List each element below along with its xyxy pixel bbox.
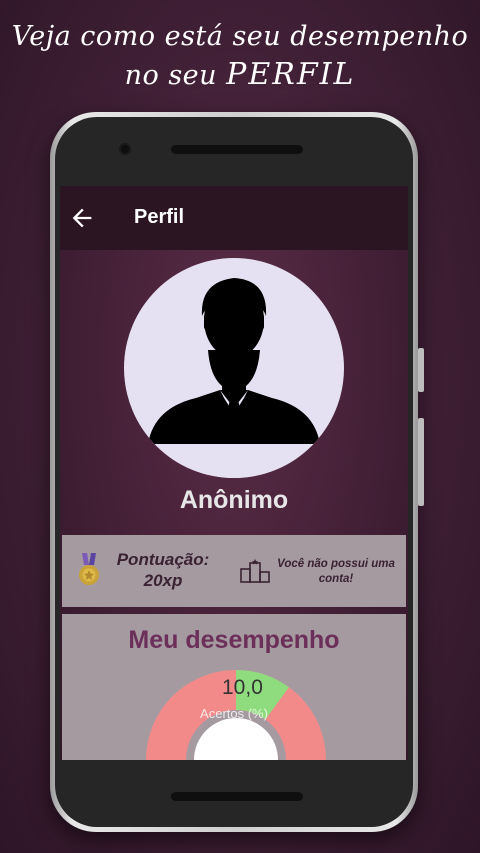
page-title: Perfil	[134, 206, 185, 228]
app-screen: Perfil Anônimo Pontuação: 20xp Você não …	[60, 186, 408, 760]
avatar[interactable]	[124, 258, 344, 478]
user-name: Anônimo	[179, 486, 289, 514]
promo-line-2-prefix: no seu	[124, 60, 227, 91]
score-block: Pontuação: 20xp	[110, 549, 216, 591]
volume-button	[418, 418, 424, 506]
bottom-speaker	[171, 792, 303, 801]
performance-title: Meu desempenho	[128, 626, 340, 654]
promo-line-1: Veja como está seu desempenho	[11, 21, 469, 52]
podium-icon	[240, 559, 270, 583]
app-bar: Perfil	[60, 186, 408, 250]
account-message: Você não possui uma conta!	[277, 558, 395, 585]
promo-caption: Veja como está seu desempenho no seu PER…	[0, 18, 480, 95]
score-label: Pontuação:	[116, 550, 210, 569]
person-silhouette-icon	[124, 278, 344, 478]
performance-card: Meu desempenho 10,0 Acertos (%)	[62, 614, 406, 760]
power-button	[418, 348, 424, 392]
score-value: 20xp	[143, 571, 183, 590]
arrow-left-icon[interactable]	[68, 204, 96, 232]
promo-line-2: no seu PERFIL	[0, 56, 480, 95]
donut-hole	[194, 718, 278, 760]
performance-label: Acertos (%)	[200, 706, 268, 721]
medal-icon	[79, 553, 99, 585]
front-camera	[119, 143, 131, 155]
earpiece-speaker	[171, 145, 303, 154]
stats-card: Pontuação: 20xp Você não possui uma cont…	[62, 535, 406, 607]
performance-value: 10,0	[222, 676, 263, 699]
promo-line-2-emphasis: PERFIL	[226, 57, 356, 92]
